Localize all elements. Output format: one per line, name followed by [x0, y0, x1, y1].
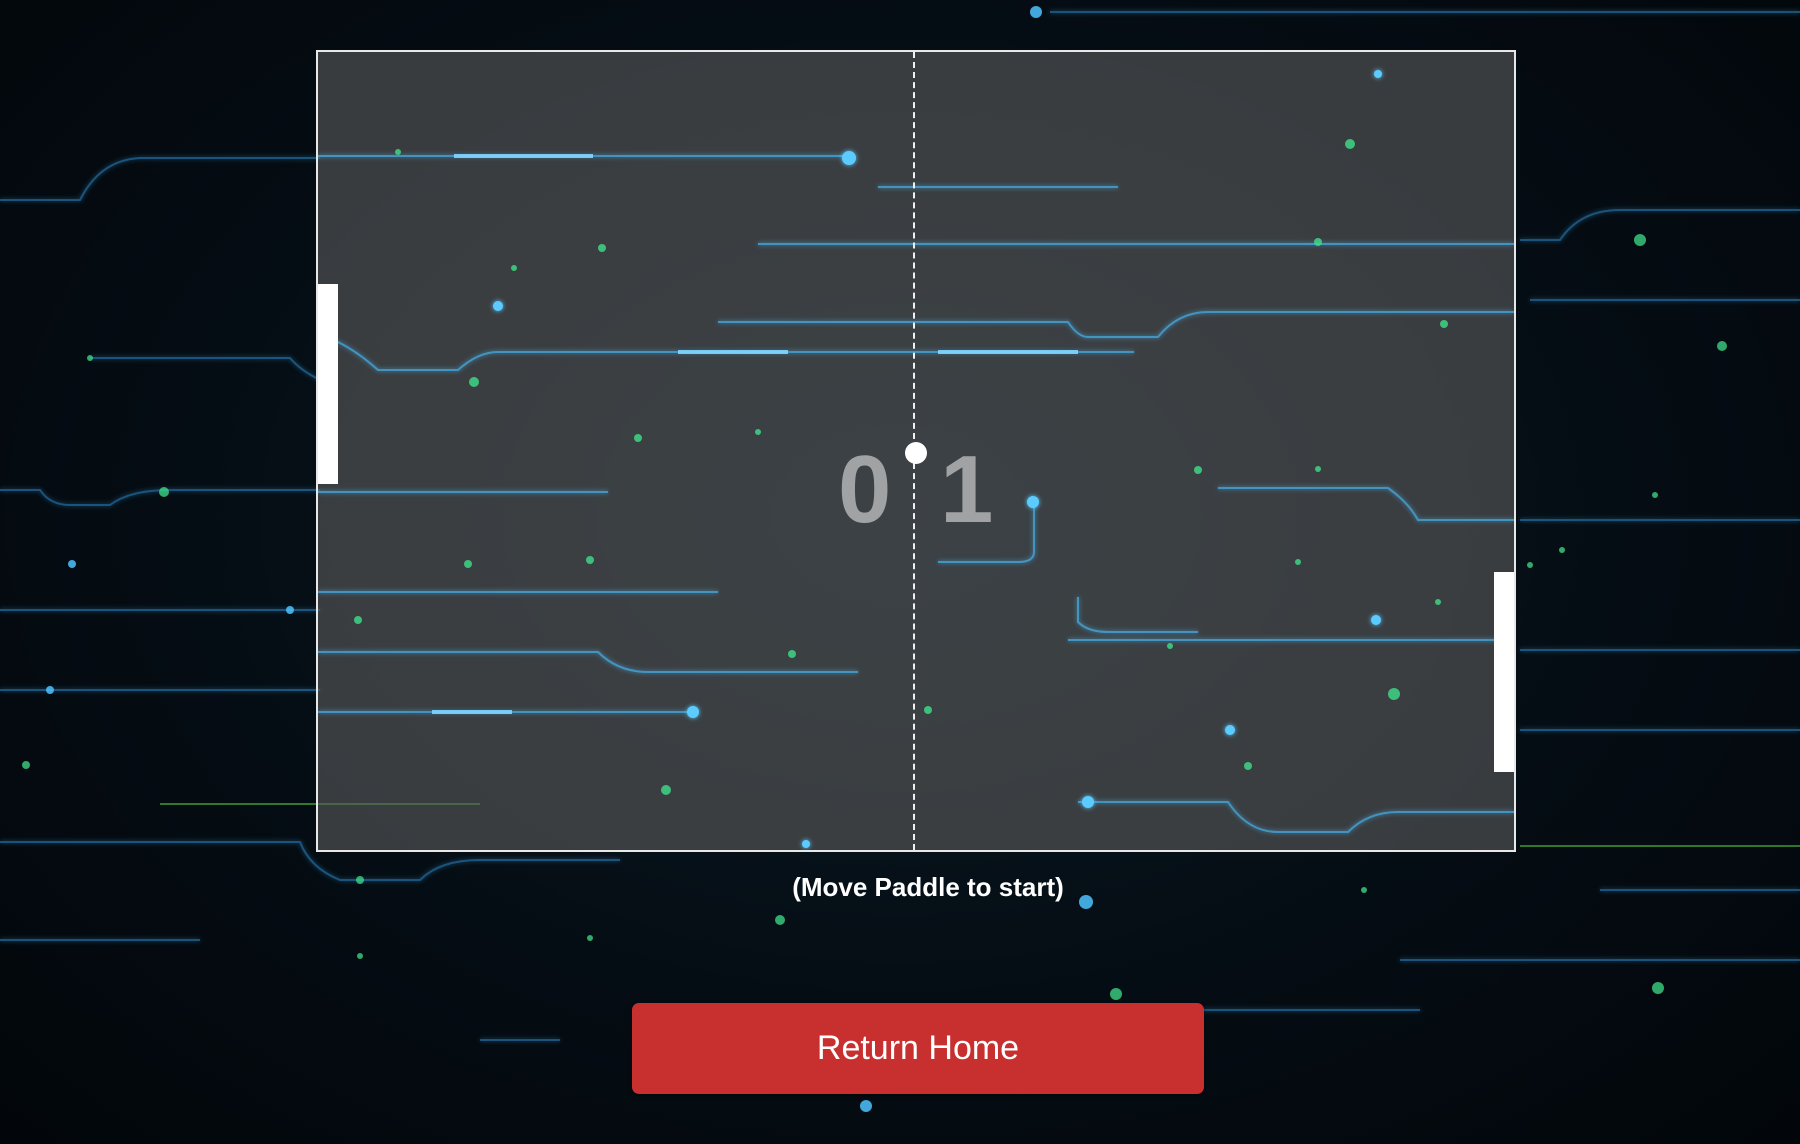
ball: [905, 442, 927, 464]
game-page: 0 1 (Move Paddle to start) Return Home: [0, 0, 1800, 1144]
right-score: 1: [940, 436, 994, 543]
return-home-button[interactable]: Return Home: [632, 1003, 1204, 1094]
game-board[interactable]: 0 1: [316, 50, 1516, 852]
right-paddle: [1494, 572, 1514, 772]
left-score: 0: [838, 436, 892, 543]
start-hint: (Move Paddle to start): [792, 872, 1064, 902]
left-paddle[interactable]: [318, 284, 338, 484]
